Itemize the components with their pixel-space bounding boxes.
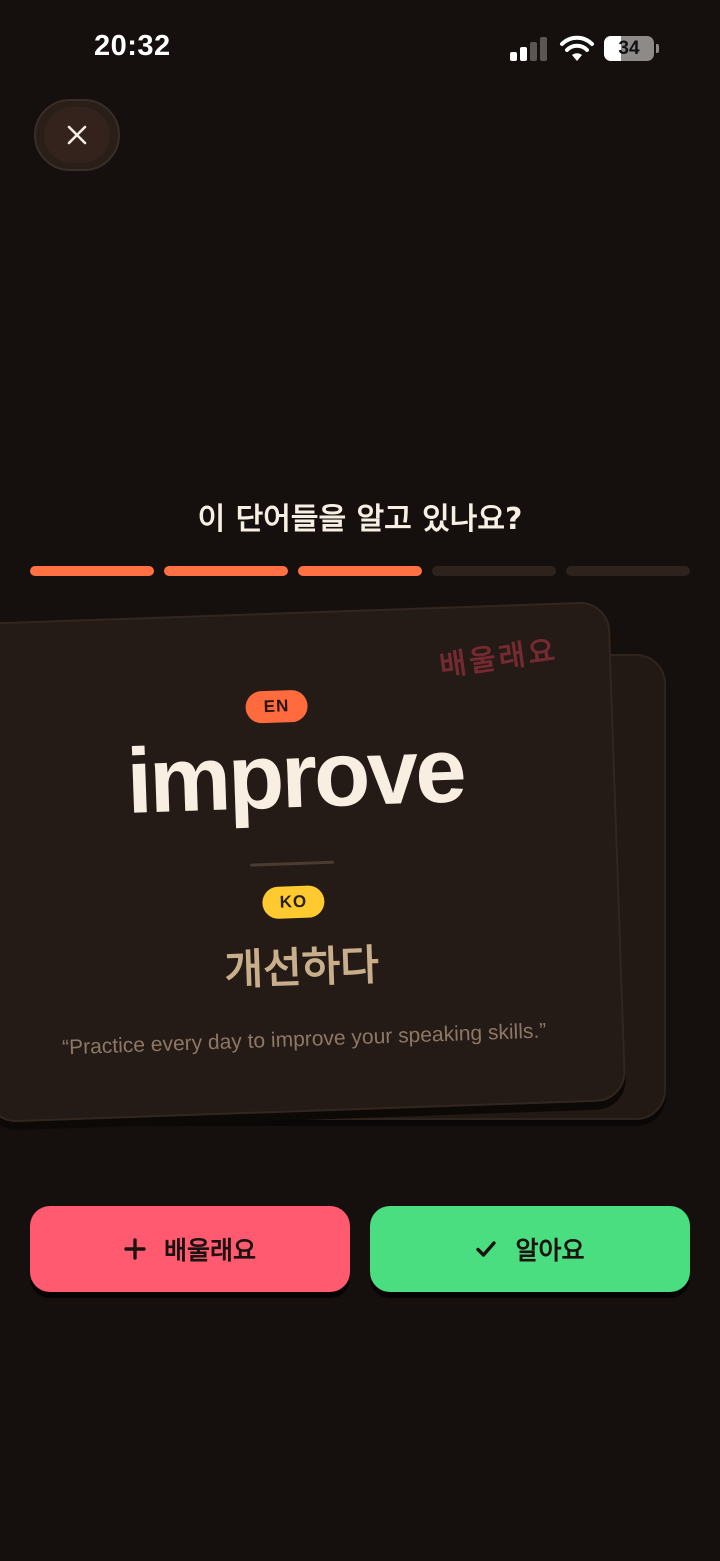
- status-time: 20:32: [94, 30, 171, 62]
- card-divider: [250, 860, 335, 867]
- know-button-label: 알아요: [515, 1236, 585, 1265]
- progress-segment: [30, 566, 154, 576]
- status-bar: 20:32 34: [0, 0, 720, 100]
- battery-icon: 34: [604, 36, 654, 61]
- learn-button[interactable]: 배울래요: [30, 1206, 350, 1292]
- example-sentence: “Practice every day to improve your spea…: [61, 1019, 547, 1060]
- progress-segment: [432, 566, 556, 576]
- progress-segment: [566, 566, 690, 576]
- target-language-badge: KO: [261, 885, 325, 920]
- learn-stamp: 배울래요: [437, 632, 560, 683]
- page-title: 이 단어들을 알고 있나요?: [197, 502, 523, 537]
- check-icon: [476, 1241, 497, 1257]
- flashcard-translation: 개선하다: [223, 940, 380, 995]
- progress-bar: [30, 566, 690, 576]
- battery-cap: [656, 44, 659, 53]
- flashcard[interactable]: 배울래요 EN improve KO 개선하다 “Practice every …: [0, 600, 627, 1124]
- learn-button-label: 배울래요: [163, 1236, 256, 1265]
- signal-icon: [510, 37, 548, 61]
- wifi-icon: [560, 35, 594, 61]
- progress-segment: [164, 566, 288, 576]
- flashcard-word: improve: [124, 719, 466, 833]
- know-button[interactable]: 알아요: [370, 1206, 690, 1292]
- battery-level: 34: [618, 38, 640, 59]
- progress-segment: [298, 566, 422, 576]
- source-language-badge: EN: [245, 689, 309, 724]
- close-button[interactable]: [34, 99, 120, 171]
- plus-icon: [124, 1238, 146, 1260]
- close-icon: [67, 125, 87, 145]
